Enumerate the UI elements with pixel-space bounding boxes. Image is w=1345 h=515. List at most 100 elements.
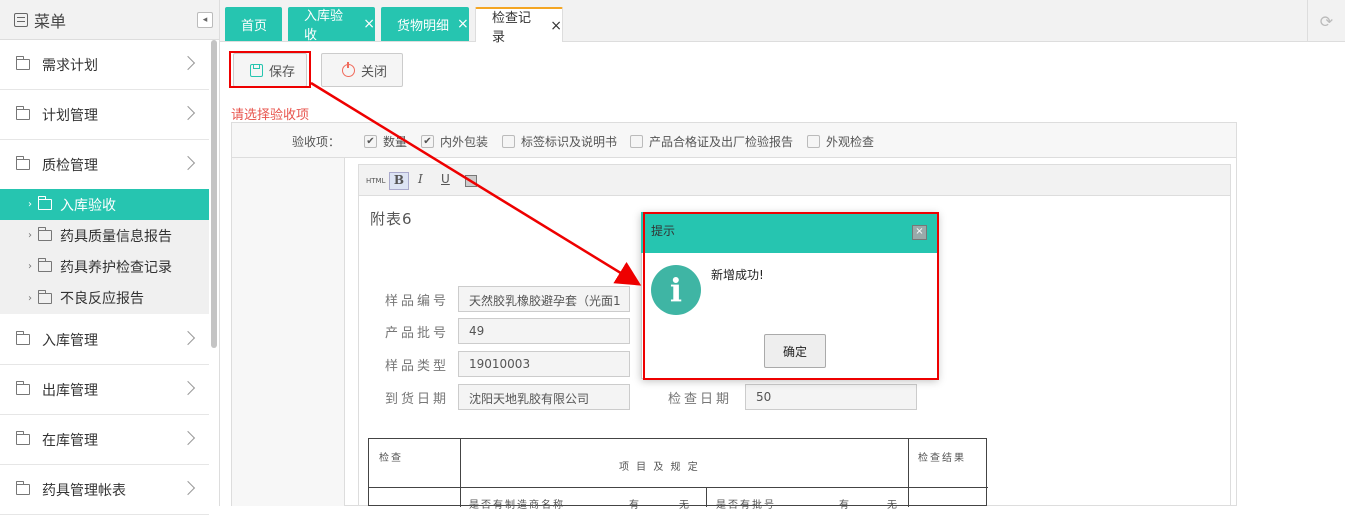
sidebar-subitem-maintenance-record[interactable]: › 药具养护检查记录 [0,251,209,282]
save-highlight-box [229,51,311,88]
table-cell-yes: 有 [839,500,851,511]
folder-icon [16,56,30,70]
checkbox-label: 外观检查 [826,135,875,149]
checkbox-label: 产品合格证及出厂检验报告 [649,135,794,149]
calendar-icon [14,12,28,27]
tab-label: 入库验收 [304,9,344,43]
sidebar-subitem-label: 入库验收 [60,197,116,214]
caret-right-icon: › [28,292,32,304]
checkbox-unchecked-icon [807,135,820,148]
caret-right-icon: › [28,261,32,272]
check-date-label: 检查日期 [668,392,733,407]
section-label: 请选择验收项 [231,108,310,123]
sidebar-subitem-label: 药具质量信息报告 [60,228,172,245]
tab-goods-detail[interactable]: 货物明细 × [381,7,469,41]
sidebar-item-label: 入库管理 [42,332,98,349]
sidebar-item-label: 质检管理 [42,157,98,174]
chevron-right-icon [180,105,196,121]
checkbox-labels[interactable]: 标签标识及说明书 [502,133,617,150]
sidebar-title: 菜单 [34,11,67,31]
sidebar-item-ledger[interactable]: 药具管理帐表 [0,465,209,515]
check-date-field[interactable]: 50 [745,384,917,410]
form-left-column [231,158,345,506]
table-cell-no: 无 [679,500,691,511]
close-icon[interactable]: × [457,16,469,32]
sidebar-item-stock-management[interactable]: 在库管理 [0,415,209,465]
sample-type-label: 样品类型 [385,359,450,374]
sample-number-field[interactable]: 天然胶乳橡胶避孕套（光面1 [458,286,630,312]
folder-icon [16,431,30,445]
checkbox-packaging[interactable]: ✔ 内外包装 [421,133,488,150]
underline-button[interactable]: U [441,172,450,186]
checkbox-unchecked-icon [502,135,515,148]
refresh-icon[interactable]: ⟳ [1307,0,1345,42]
tab-check-record[interactable]: 检查记录 × [475,7,563,45]
sidebar-item-outbound-management[interactable]: 出库管理 [0,365,209,415]
close-button[interactable]: 关闭 [321,53,403,87]
image-icon[interactable] [465,175,477,187]
checkbox-label: 内外包装 [440,135,489,149]
folder-icon [16,106,30,120]
table-cell-no: 无 [887,500,899,511]
sidebar-subitem-label: 不良反应报告 [60,291,144,307]
caret-right-icon: › [28,199,32,210]
sample-number-label: 样品编号 [385,294,450,309]
sidebar-item-quality-management[interactable]: 质检管理 [0,140,209,190]
italic-button[interactable]: I [418,172,423,186]
collapse-sidebar-button[interactable]: ◂ [197,12,213,28]
checkbox-checked-icon: ✔ [421,135,434,148]
sidebar-scrollbar[interactable] [211,40,217,348]
folder-icon [38,289,52,304]
sidebar-item-label: 计划管理 [42,107,98,124]
table-header-check: 检查 [379,453,403,464]
dialog-highlight-box [643,212,939,380]
tab-label: 货物明细 [397,18,450,34]
close-icon[interactable]: × [550,18,562,34]
caret-right-icon: › [28,230,32,241]
folder-open-icon [16,156,30,170]
checkbox-checked-icon: ✔ [364,135,377,148]
bold-button[interactable]: B [389,172,409,190]
sidebar-item-demand-plan[interactable]: 需求计划 [0,40,209,90]
tab-label: 检查记录 [492,10,532,45]
sample-type-field[interactable]: 19010003 [458,351,630,377]
checkbox-quantity[interactable]: ✔ 数量 [364,133,407,150]
table-header-items: 项 目 及 规 定 [619,462,700,473]
chevron-right-icon [180,330,196,346]
batch-number-label: 产品批号 [385,326,450,341]
check-items-label: 验收项： [292,135,341,149]
doc-title: 附表6 [370,210,413,228]
checkbox-appearance[interactable]: 外观检查 [807,133,874,150]
chevron-right-icon [180,380,196,396]
html-mode-button[interactable]: HTML [366,177,385,185]
sidebar-item-label: 药具管理帐表 [42,482,126,499]
sidebar: 菜单 ◂ 需求计划 计划管理 质检管理 › 入库验收 › 药具质量信息报告 › … [0,0,220,515]
sidebar-item-plan-management[interactable]: 计划管理 [0,90,209,140]
chevron-right-icon [180,55,196,71]
checkbox-label: 数量 [383,135,408,149]
checkbox-label: 标签标识及说明书 [521,135,618,149]
chevron-right-icon [180,480,196,496]
inspection-table: 检查 项 目 及 规 定 检查结果 是否有制造商名称 有 无 是否有批号 有 无 [368,438,988,511]
sidebar-item-inbound-management[interactable]: 入库管理 [0,315,209,365]
sidebar-item-label: 在库管理 [42,432,98,449]
close-button-label: 关闭 [361,64,388,80]
power-icon [342,61,355,77]
table-header-result: 检查结果 [918,453,966,464]
folder-icon [16,331,30,345]
tab-label: 首页 [241,18,268,34]
sidebar-subitem-adverse-reaction[interactable]: › 不良反应报告 [0,282,209,314]
sidebar-subitem-inbound-inspection[interactable]: › 入库验收 [0,189,209,220]
batch-number-field[interactable]: 49 [458,318,630,344]
tab-inbound-inspection[interactable]: 入库验收 × [288,7,375,43]
chevron-right-icon [180,430,196,446]
sidebar-subitem-quality-report[interactable]: › 药具质量信息报告 [0,220,209,251]
checkbox-certificate[interactable]: 产品合格证及出厂检验报告 [630,133,793,150]
tab-home[interactable]: 首页 [225,7,282,41]
arrival-date-field[interactable]: 沈阳天地乳胶有限公司 [458,384,630,410]
close-icon[interactable]: × [363,16,375,32]
editor-toolbar [358,164,1231,196]
sidebar-item-label: 出库管理 [42,382,98,399]
folder-icon [38,227,52,241]
folder-icon [38,258,52,272]
